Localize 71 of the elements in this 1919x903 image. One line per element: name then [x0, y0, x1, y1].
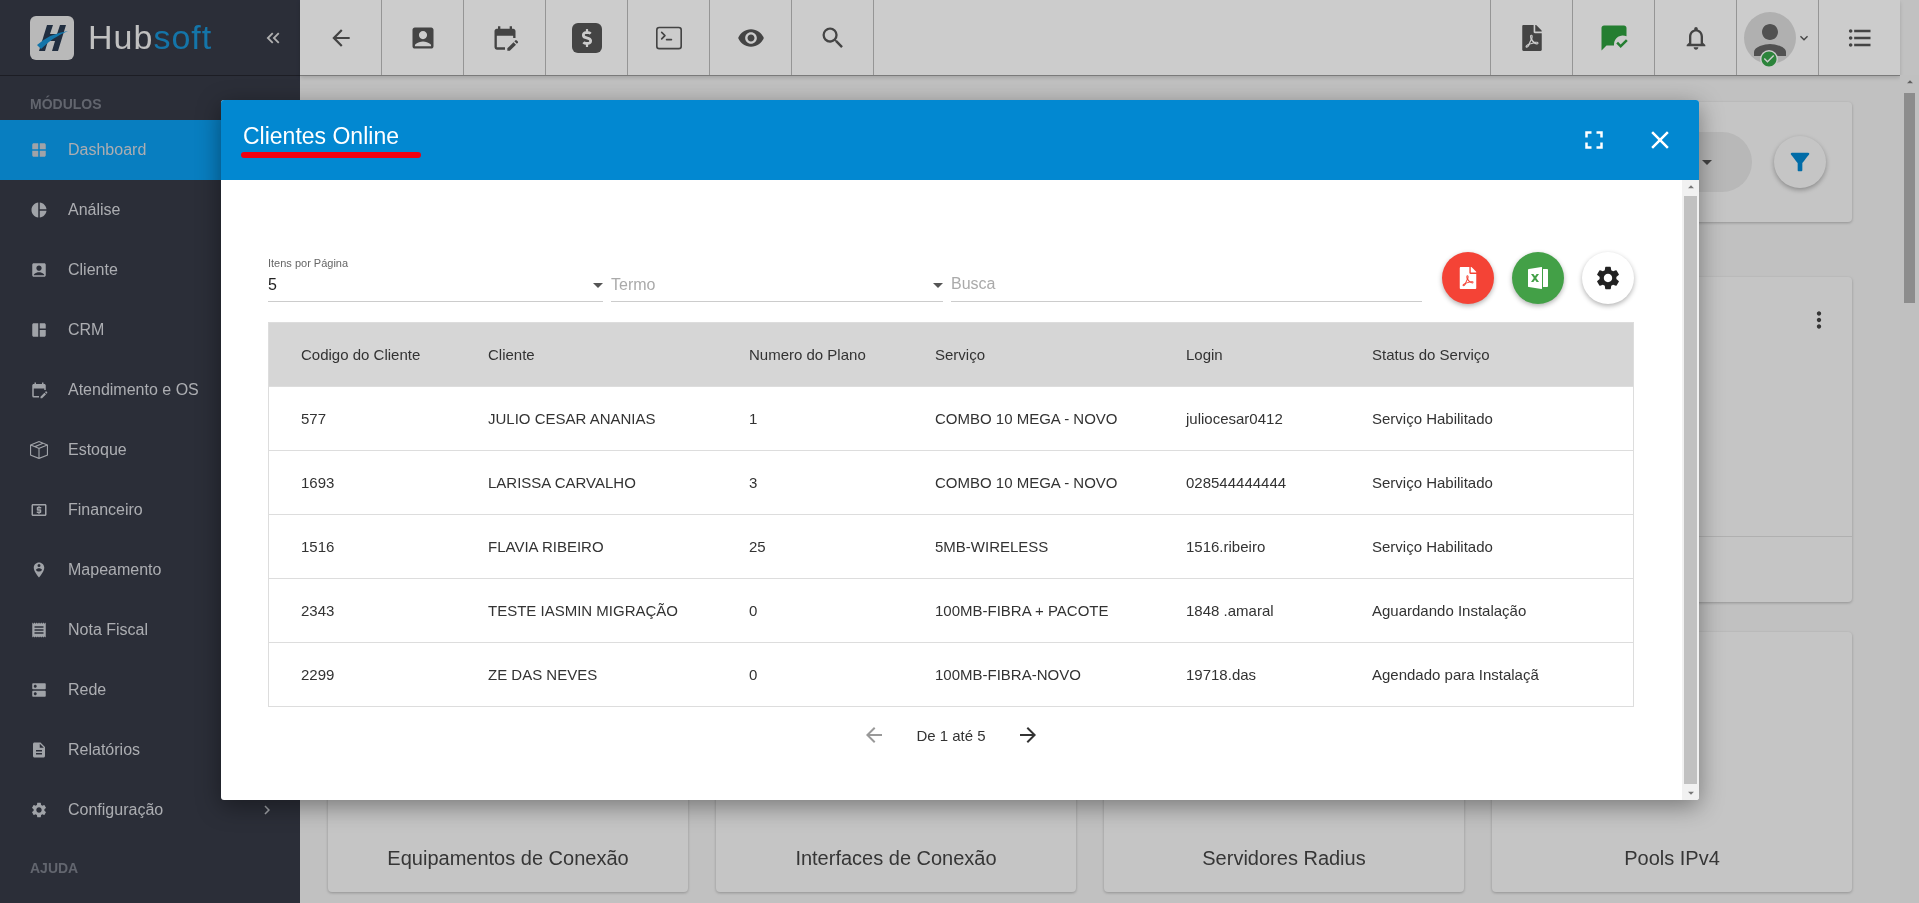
filter-button[interactable] [1774, 136, 1826, 188]
table-cell-text: FLAVIA RIBEIRO [488, 538, 605, 555]
receipt-icon [30, 621, 48, 639]
sidebar-item[interactable]: Atendimento e OS [0, 360, 300, 420]
table-cell-text: 19718.das [1186, 666, 1258, 683]
terminal-icon[interactable] [655, 24, 682, 51]
scrollbar-thumb[interactable] [1904, 93, 1915, 303]
table-cell-text: 1516.ribeiro [1186, 538, 1267, 555]
per-page-select[interactable]: Itens por Página 5 [268, 257, 603, 302]
sidebar-item[interactable]: CRM [0, 300, 300, 360]
logo-icon [30, 15, 74, 60]
settings-icon [1594, 264, 1622, 292]
column-header[interactable]: Serviço [935, 346, 1186, 363]
table-cell-text: 1516 [301, 538, 336, 555]
sidebar-item[interactable]: Rede [0, 660, 300, 720]
spreadsheet-icon [1526, 266, 1550, 290]
table-cell-text: COMBO 10 MEGA - NOVO [935, 474, 1119, 491]
table-cell-text: Serviço Habilitado [1372, 410, 1494, 427]
table-cell-text: LARISSA CARVALHO [488, 474, 637, 491]
table-cell-text: COMBO 10 MEGA - NOVO [935, 410, 1119, 427]
table-cell-text: 100MB-FIBRA + PACOTE [935, 602, 1110, 619]
column-header[interactable]: Login [1186, 346, 1372, 363]
table-cell-text: juliocesar0412 [1186, 410, 1284, 427]
column-header[interactable]: Cliente [488, 346, 749, 363]
column-header[interactable]: Codigo do Cliente [301, 346, 488, 363]
sidebar-item[interactable]: Estoque [0, 420, 300, 480]
table-cell-text: JULIO CESAR ANANIAS [488, 410, 657, 427]
sidebar-item[interactable]: Configuração [0, 780, 300, 840]
grid-icon [30, 141, 48, 159]
table-cell-text: 3 [749, 474, 759, 491]
server-icon [30, 681, 48, 699]
table-cell-text: 2343 [301, 602, 336, 619]
excel-export-button[interactable] [1512, 252, 1564, 304]
table-cell-text: 1693 [301, 474, 336, 491]
page-range: De 1 até 5 [916, 726, 986, 744]
table-cell-text: 5MB-WIRELESS [935, 538, 1050, 555]
table-cell-text: Serviço Habilitado [1372, 538, 1494, 555]
pdf-export-button[interactable] [1442, 252, 1494, 304]
contact-card-icon [30, 261, 48, 279]
table-cell-text: TESTE IASMIN MIGRAÇÃO [488, 602, 680, 619]
table-cell-text: 0 [749, 666, 759, 683]
pie-chart-icon [30, 201, 48, 219]
modal-scrollbar[interactable] [1682, 180, 1699, 800]
dropdown-arrow-icon [593, 282, 603, 288]
board-icon [30, 321, 48, 339]
sidebar-item[interactable]: Relatórios [0, 720, 300, 780]
table-cell-text: ZE DAS NEVES [488, 666, 599, 683]
cash-icon [30, 501, 48, 519]
table-cell-text: 0 [749, 602, 759, 619]
pdf-file-icon [1457, 267, 1479, 289]
table-cell-text: 028544444444 [1186, 474, 1288, 491]
sidebar-item[interactable]: Financeiro [0, 480, 300, 540]
sidebar-item[interactable]: Mapeamento [0, 540, 300, 600]
brand-name: Hubsoft [88, 18, 214, 57]
column-header[interactable]: Status do Serviço [1372, 346, 1633, 363]
table-cell-text: 1848 .amaral [1186, 602, 1275, 619]
document-icon [30, 741, 48, 759]
column-header[interactable]: Numero do Plano [749, 346, 935, 363]
sidebar-item[interactable]: Nota Fiscal [0, 600, 300, 660]
dropdown-arrow-icon [933, 282, 943, 288]
table-cell-text: Serviço Habilitado [1372, 474, 1494, 491]
table-cell-text: 577 [301, 410, 328, 427]
table-cell-text: 25 [749, 538, 767, 555]
settings-button[interactable] [1582, 252, 1634, 304]
sidebar-item[interactable]: Análise [0, 180, 300, 240]
settings-icon [30, 801, 48, 819]
dollar-icon[interactable] [571, 22, 602, 53]
dropdown-arrow-icon [1702, 159, 1712, 165]
table-cell-text: 1 [749, 410, 759, 427]
table-cell-text: Aguardando Instalação [1372, 602, 1528, 619]
box-icon [30, 441, 48, 459]
